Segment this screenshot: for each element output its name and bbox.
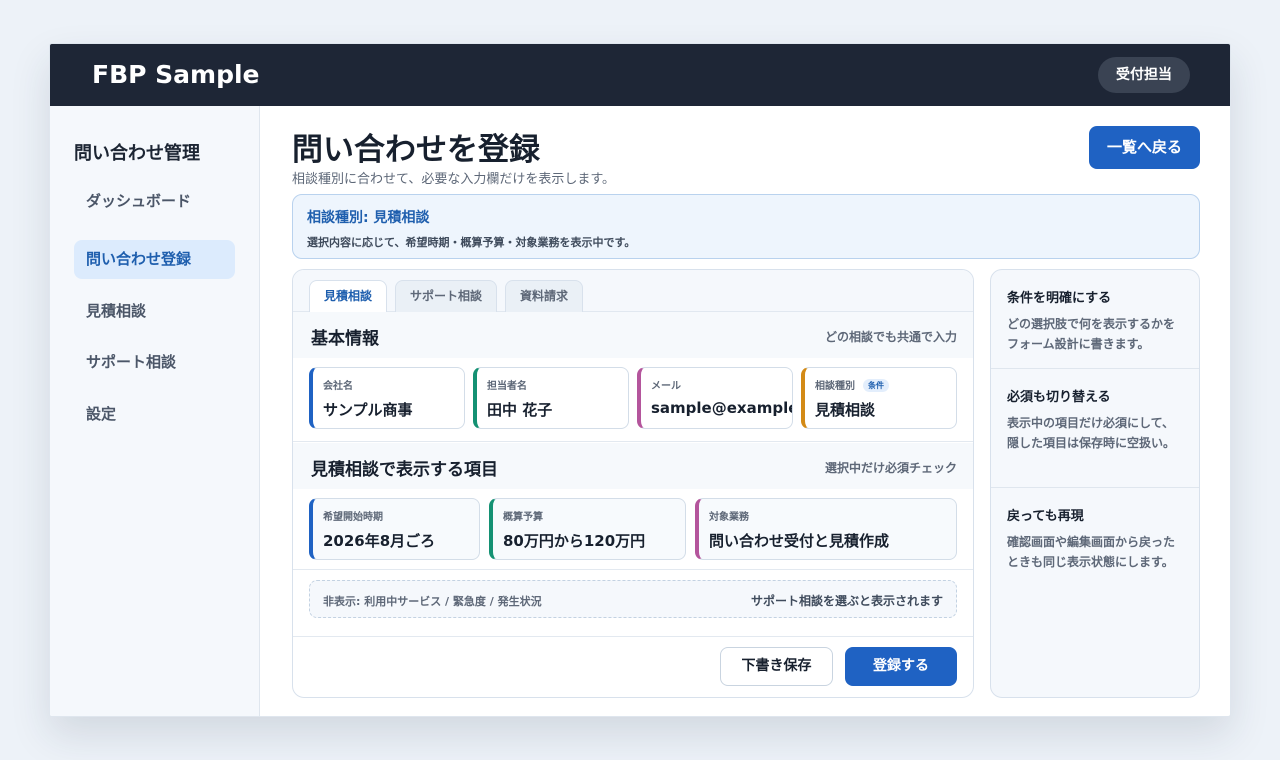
field-value: 見積相談 (815, 401, 876, 419)
sidebar-item-support[interactable]: サポート相談 (74, 343, 235, 382)
tip-title: 条件を明確にする (1007, 291, 1112, 306)
main-content: 問い合わせを登録 相談種別に合わせて、必要な入力欄だけを表示します。 一覧へ戻る… (260, 106, 1230, 716)
tip-card: 戻っても再現 確認画面や編集画面から戻ったときも同じ表示状態にします。 (991, 505, 1199, 572)
submit-button[interactable]: 登録する (845, 647, 957, 686)
tab-support[interactable]: サポート相談 (395, 280, 497, 312)
tip-divider (991, 487, 1199, 488)
field-value: サンプル商事 (323, 401, 413, 419)
tips-panel: 条件を明確にする どの選択肢で何を表示するかをフォーム設計に書きます。 必須も切… (990, 269, 1200, 698)
email-field[interactable]: メール sample@example.jp (637, 367, 793, 429)
brand-logo[interactable]: FBP Sample (92, 60, 260, 89)
tip-text: 表示中の項目だけ必須にして、隠した項目は保存時に空扱い。 (1007, 416, 1176, 450)
tab-documents[interactable]: 資料請求 (505, 280, 583, 312)
page-title: 問い合わせを登録 (292, 132, 540, 168)
field-value: 問い合わせ受付と見積作成 (709, 532, 890, 550)
condition-badge: 条件 (863, 379, 889, 392)
top-bar: FBP Sample 受付担当 (50, 44, 1230, 106)
field-label: 相談種別 条件 (815, 377, 889, 392)
sidebar-item-estimate[interactable]: 見積相談 (74, 292, 235, 331)
estimate-section-header: 見積相談で表示する項目 選択中だけ必須チェック (293, 443, 973, 489)
user-role-badge[interactable]: 受付担当 (1098, 57, 1190, 93)
tab-estimate[interactable]: 見積相談 (309, 280, 387, 313)
field-label: 担当者名 (487, 381, 527, 392)
save-draft-button[interactable]: 下書き保存 (720, 647, 833, 686)
banner-text: 選択内容に応じて、希望時期・概算予算・対象業務を表示中です。 (307, 236, 636, 249)
inquiry-type-field[interactable]: 相談種別 条件 見積相談 (801, 367, 957, 429)
basic-info-header: 基本情報 どの相談でも共通で入力 (293, 312, 973, 358)
sidebar: 問い合わせ管理 ダッシュボード 問い合わせ登録 見積相談 サポート相談 設定 (50, 106, 260, 716)
hidden-fields-list: 非表示: 利用中サービス / 緊急度 / 発生状況 (323, 595, 542, 608)
field-label: 希望開始時期 (323, 512, 383, 523)
field-label: 会社名 (323, 381, 353, 392)
field-label: メール (651, 381, 681, 392)
tip-card: 必須も切り替える 表示中の項目だけ必須にして、隠した項目は保存時に空扱い。 (991, 386, 1199, 453)
info-banner: 相談種別: 見積相談 選択内容に応じて、希望時期・概算予算・対象業務を表示中です… (292, 194, 1200, 259)
sidebar-item-inquiry-register[interactable]: 問い合わせ登録 (74, 240, 235, 279)
inquiry-form: 見積相談 サポート相談 資料請求 基本情報 どの相談でも共通で入力 会社名 サン… (292, 269, 974, 698)
app-window: FBP Sample 受付担当 問い合わせ管理 ダッシュボード 問い合わせ登録 … (49, 43, 1231, 717)
field-label: 概算予算 (503, 512, 543, 523)
back-to-list-button[interactable]: 一覧へ戻る (1089, 126, 1200, 169)
hidden-fields-notice: 非表示: 利用中サービス / 緊急度 / 発生状況 サポート相談を選ぶと表示され… (309, 580, 957, 618)
sidebar-item-dashboard[interactable]: ダッシュボード (74, 182, 235, 221)
field-value: 80万円から120万円 (503, 532, 646, 550)
tip-divider (991, 368, 1199, 369)
tab-bar: 見積相談 サポート相談 資料請求 (293, 270, 973, 313)
tip-text: 確認画面や編集画面から戻ったときも同じ表示状態にします。 (1007, 535, 1176, 569)
field-value: sample@example.jp (651, 399, 792, 417)
field-value: 2026年8月ごろ (323, 532, 436, 550)
estimate-section-note: 選択中だけ必須チェック (824, 461, 957, 475)
section-divider (293, 441, 973, 442)
tip-title: 戻っても再現 (1007, 509, 1084, 524)
basic-info-note: どの相談でも共通で入力 (824, 330, 957, 344)
target-work-field[interactable]: 対象業務 問い合わせ受付と見積作成 (695, 498, 957, 560)
section-divider (293, 569, 973, 570)
company-name-field[interactable]: 会社名 サンプル商事 (309, 367, 465, 429)
field-value: 田中 花子 (487, 401, 553, 419)
sidebar-title: 問い合わせ管理 (74, 143, 200, 164)
page-subtitle: 相談種別に合わせて、必要な入力欄だけを表示します。 (292, 172, 616, 187)
field-label: 対象業務 (709, 512, 749, 523)
tip-card: 条件を明確にする どの選択肢で何を表示するかをフォーム設計に書きます。 (991, 287, 1199, 354)
contact-name-field[interactable]: 担当者名 田中 花子 (473, 367, 629, 429)
basic-info-title: 基本情報 (311, 329, 379, 349)
hidden-fields-hint: サポート相談を選ぶと表示されます (750, 594, 943, 608)
start-date-field[interactable]: 希望開始時期 2026年8月ごろ (309, 498, 480, 560)
banner-title: 相談種別: 見積相談 (307, 210, 430, 226)
budget-field[interactable]: 概算予算 80万円から120万円 (489, 498, 686, 560)
estimate-section-title: 見積相談で表示する項目 (311, 460, 498, 480)
field-label-text: 相談種別 (815, 381, 855, 392)
sidebar-item-settings[interactable]: 設定 (74, 395, 235, 434)
tip-text: どの選択肢で何を表示するかをフォーム設計に書きます。 (1007, 317, 1176, 351)
footer-divider (293, 636, 973, 637)
tip-title: 必須も切り替える (1007, 390, 1111, 405)
